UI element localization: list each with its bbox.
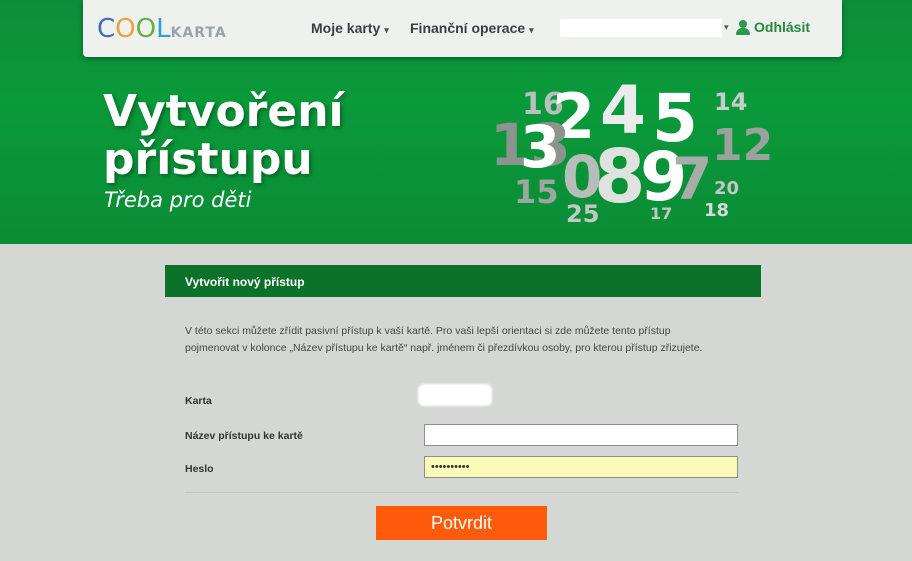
hero-title: Vytvoření přístupu bbox=[103, 86, 344, 185]
confirm-button[interactable]: Potvrdit bbox=[376, 506, 547, 540]
logo-letter: O bbox=[115, 14, 136, 44]
logo-letter: C bbox=[97, 14, 116, 44]
card-value-redacted bbox=[418, 384, 492, 406]
logo-sub: KARTA bbox=[170, 25, 227, 41]
password-label: Heslo bbox=[185, 463, 214, 475]
intro-text: V této sekci můžete zřídit pasivní příst… bbox=[185, 325, 703, 354]
hero-number: 12 bbox=[712, 120, 774, 171]
nav-financial-operations[interactable]: Finanční operace ▾ bbox=[410, 20, 534, 36]
access-name-input[interactable] bbox=[424, 424, 738, 446]
card-label: Karta bbox=[185, 395, 212, 407]
nav-my-cards[interactable]: Moje karty ▾ bbox=[311, 20, 389, 36]
hero-number: 15 bbox=[514, 173, 559, 211]
nav-label: Finanční operace bbox=[410, 20, 526, 36]
chevron-down-icon[interactable]: ▾ bbox=[724, 22, 729, 33]
hero-number: 20 bbox=[714, 178, 740, 199]
hero-number: 18 bbox=[704, 200, 730, 221]
hero-number: 14 bbox=[714, 88, 748, 116]
top-navigation: COOLKARTA Moje karty ▾ Finanční operace ▾ … bbox=[83, 0, 842, 57]
user-menu-redacted[interactable] bbox=[560, 19, 722, 37]
hero-number: 17 bbox=[650, 204, 673, 223]
logo-letter: O bbox=[135, 14, 157, 44]
chevron-down-icon: ▾ bbox=[384, 25, 389, 35]
logo-letter: L bbox=[156, 14, 171, 44]
nav-label: Moje karty bbox=[311, 20, 381, 36]
form-divider bbox=[185, 492, 738, 493]
hero-number: 3 bbox=[520, 113, 561, 181]
logout-link[interactable]: Odhlásit bbox=[736, 19, 810, 35]
chevron-down-icon: ▾ bbox=[529, 25, 534, 35]
hero-subtitle: Třeba pro děti bbox=[104, 188, 252, 212]
hero-numbers-graphic: 16 2 4 5 14 13 3 12 15 0 8 9 7 20 25 17 … bbox=[490, 78, 780, 238]
panel-header: Vytvořit nový přístup bbox=[165, 265, 761, 297]
panel-title: Vytvořit nový přístup bbox=[185, 275, 305, 289]
coolkarta-logo[interactable]: COOLKARTA bbox=[97, 14, 227, 44]
password-input[interactable] bbox=[424, 456, 738, 478]
access-name-label: Název přístupu ke kartě bbox=[185, 430, 303, 442]
hero-number: 25 bbox=[566, 200, 600, 228]
hero-number: 8 bbox=[594, 134, 646, 220]
user-icon bbox=[736, 19, 750, 35]
logout-label: Odhlásit bbox=[754, 19, 811, 35]
